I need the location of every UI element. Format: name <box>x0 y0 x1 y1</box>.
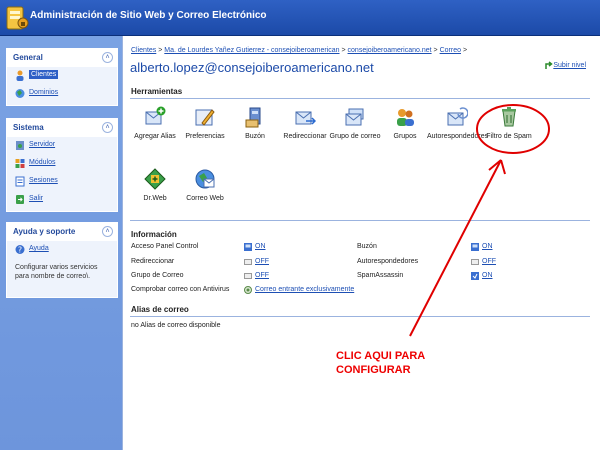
svg-text:?: ? <box>18 246 22 255</box>
divider <box>130 220 590 221</box>
add-alias-icon <box>145 106 166 125</box>
mailbox-status[interactable]: ON <box>482 243 493 250</box>
divider <box>130 98 590 99</box>
info-label: Comprobar correo con Antivirus <box>131 286 230 293</box>
breadcrumb-correo[interactable]: Correo <box>440 47 461 54</box>
domains-icon <box>15 89 25 98</box>
panel-ayuda: Ayuda y soporte ˄ ? Ayuda Configurar var… <box>6 222 118 298</box>
panel-title-general: General <box>13 53 43 62</box>
divider <box>130 316 590 317</box>
antivirus-status[interactable]: Correo entrante exclusivamente <box>255 286 354 293</box>
tool-autoresponders[interactable]: Autorespondedores <box>427 106 488 140</box>
server-icon <box>16 141 24 150</box>
sidebar-item-clientes[interactable]: Clientes <box>7 67 117 85</box>
annotation-text: CLIC AQUI PARA CONFIGURAR <box>336 350 426 376</box>
webmail-icon <box>195 169 215 189</box>
antivirus-icon <box>244 286 252 294</box>
user-icon <box>16 70 24 81</box>
panel-access-status[interactable]: ON <box>255 243 266 250</box>
tool-spam-filter[interactable]: Filtro de Spam <box>479 106 539 140</box>
help-description: Configurar varios servicios para nombre … <box>15 264 98 280</box>
up-level-link[interactable]: Subir nivel <box>553 62 586 69</box>
sidebar-item-salir[interactable]: Salir <box>7 191 117 209</box>
info-label: Acceso Panel Control <box>131 243 199 250</box>
sidebar-item-dominios[interactable]: Dominios <box>7 85 117 103</box>
spamassassin-status[interactable]: ON <box>482 272 493 279</box>
sidebar-item-modulos[interactable]: Módulos <box>7 155 117 173</box>
aliases-empty-text: no Alias de correo disponible <box>131 322 221 329</box>
preferences-icon <box>195 109 215 126</box>
page-title: alberto.lopez@consejoiberoamericano.net <box>130 60 374 75</box>
sessions-icon <box>15 176 25 187</box>
tools-title: Herramientas <box>131 87 183 96</box>
sidebar: General ˄ Clientes Dominios Sistema ˄ Se… <box>0 36 122 450</box>
app-title: Administración de Sitio Web y Correo Ele… <box>30 10 267 21</box>
mail-group-status[interactable]: OFF <box>255 272 269 279</box>
main-content: Clientes > Ma. de Lourdes Yañez Gutierre… <box>122 36 600 450</box>
sidebar-item-servidor[interactable]: Servidor <box>7 137 117 155</box>
spamassassin-icon <box>471 272 479 280</box>
server-lock-logo-icon <box>6 6 29 30</box>
sidebar-item-ayuda[interactable]: ? Ayuda <box>7 241 117 259</box>
info-label: Grupo de Correo <box>131 272 184 279</box>
info-label: SpamAssassin <box>357 272 404 279</box>
aliases-title: Alias de correo <box>131 305 189 314</box>
breadcrumb-clientes[interactable]: Clientes <box>131 47 156 54</box>
panel-access-icon <box>244 243 252 251</box>
tool-webmail[interactable]: Correo Web <box>175 168 235 202</box>
collapse-icon[interactable]: ˄ <box>102 226 113 237</box>
drweb-icon <box>144 168 166 190</box>
panel-title-sistema: Sistema <box>13 123 44 132</box>
app-header: Administración de Sitio Web y Correo Ele… <box>0 0 600 36</box>
mailbox-icon <box>245 107 261 128</box>
tool-groups[interactable]: Grupos <box>375 106 435 140</box>
autoresponder-status[interactable]: OFF <box>482 258 496 265</box>
collapse-icon[interactable]: ˄ <box>102 52 113 63</box>
panel-general: General ˄ Clientes Dominios <box>6 48 118 106</box>
info-label: Redireccionar <box>131 258 175 265</box>
modules-icon <box>15 159 25 168</box>
info-label: Buzón <box>357 243 377 250</box>
groups-icon <box>397 109 414 126</box>
collapse-icon[interactable]: ˄ <box>102 122 113 133</box>
mailbox-small-icon <box>471 243 479 251</box>
mail-group-icon <box>345 108 364 126</box>
panel-sistema: Sistema ˄ Servidor Módulos Sesiones Sali… <box>6 118 118 212</box>
info-title: Información <box>131 230 177 239</box>
spam-filter-icon <box>502 107 516 127</box>
sidebar-item-sesiones[interactable]: Sesiones <box>7 173 117 191</box>
breadcrumb-domain[interactable]: consejoiberoamericano.net <box>348 47 432 54</box>
redirect-icon <box>295 111 316 125</box>
redirect-status[interactable]: OFF <box>255 258 269 265</box>
help-icon: ? <box>15 245 25 255</box>
exit-icon <box>16 195 24 204</box>
info-label: Autorespondedores <box>357 258 419 265</box>
autoresponder-small-icon <box>471 259 479 265</box>
mail-group-small-icon <box>244 273 252 279</box>
autoresponder-icon <box>447 107 468 126</box>
redirect-small-icon <box>244 259 252 265</box>
breadcrumb-client[interactable]: Ma. de Lourdes Yañez Gutierrez - consejo… <box>164 47 339 54</box>
breadcrumb: Clientes > Ma. de Lourdes Yañez Gutierre… <box>131 47 468 54</box>
panel-title-ayuda: Ayuda y soporte <box>13 227 76 236</box>
